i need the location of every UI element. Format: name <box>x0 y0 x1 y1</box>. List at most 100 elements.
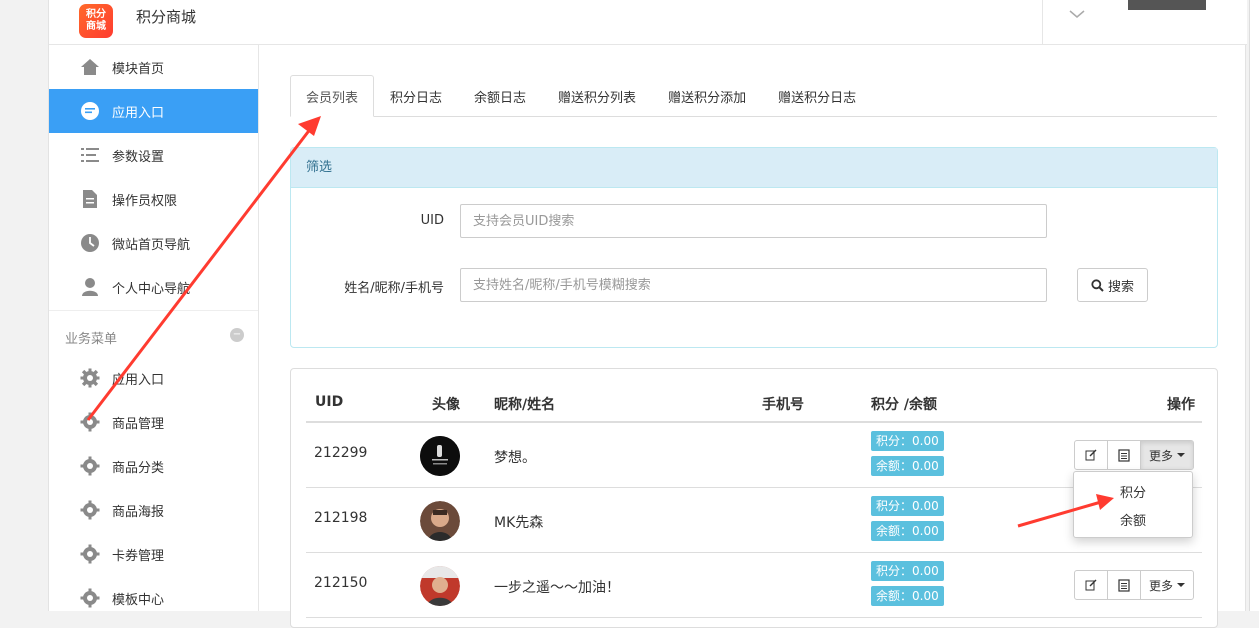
home-icon <box>79 56 101 78</box>
edit-icon <box>1085 579 1097 591</box>
uid-cell: 212299 <box>314 445 368 461</box>
more-dropdown-button[interactable]: 更多 <box>1141 571 1193 599</box>
sidebar-item-template-center[interactable]: 模板中心 <box>49 576 258 620</box>
tab-member-list[interactable]: 会员列表 <box>290 75 375 117</box>
sidebar-item-biz-app-entry[interactable]: 应用入口 <box>49 356 258 400</box>
list-icon <box>1118 578 1130 592</box>
collapse-toggle-icon[interactable]: − <box>230 328 244 342</box>
search-icon <box>1091 278 1104 292</box>
search-button-label: 搜索 <box>1107 279 1134 295</box>
sidebar-item-label: 模块首页 <box>112 61 165 77</box>
edit-button[interactable] <box>1075 441 1108 469</box>
app-title: 积分商城 <box>136 8 197 26</box>
sidebar-item-product-management[interactable]: 商品管理 <box>49 400 258 444</box>
dropdown-item-points[interactable]: 积分 <box>1074 480 1192 508</box>
header-divider <box>1042 0 1043 45</box>
tab-gift-points-add[interactable]: 赠送积分添加 <box>652 75 762 117</box>
sidebar-item-module-home[interactable]: 模块首页 <box>49 45 258 89</box>
gear-icon <box>79 499 101 521</box>
search-button[interactable]: 搜索 <box>1077 268 1148 302</box>
sidebar-item-app-entry[interactable]: 应用入口 <box>49 89 258 133</box>
uid-cell: 212150 <box>314 575 368 591</box>
window-toolbar <box>1128 0 1206 10</box>
top-header: 积分商城 积分商城 <box>49 0 1247 45</box>
gear-icon <box>79 455 101 477</box>
clock-icon <box>79 232 101 254</box>
gear-icon <box>79 543 101 565</box>
sidebar-item-label: 微站首页导航 <box>112 237 191 253</box>
name-cell: 梦想。 <box>494 450 536 466</box>
sidebar-section-label: 业务菜单 <box>65 332 118 347</box>
app-logo: 积分商城 <box>79 4 113 38</box>
more-dropdown-menu: 积分 余额 <box>1073 471 1193 538</box>
sidebar-item-label: 操作员权限 <box>112 193 178 209</box>
balance-badge: 余额：0.00 <box>871 521 944 541</box>
sidebar-item-label: 商品管理 <box>112 416 165 432</box>
dropdown-item-balance[interactable]: 余额 <box>1074 508 1192 536</box>
tab-balance-log[interactable]: 余额日志 <box>458 75 542 117</box>
column-header-points-balance: 积分 /余额 <box>871 397 937 413</box>
list-icon <box>1118 448 1130 462</box>
row-action-buttons: 更多 <box>1074 440 1194 470</box>
column-header-name: 昵称/姓名 <box>494 397 556 413</box>
points-badge: 积分：0.00 <box>871 561 944 581</box>
document-icon <box>79 188 101 210</box>
edit-icon <box>1085 449 1097 461</box>
sidebar-item-operator-permissions[interactable]: 操作员权限 <box>49 177 258 221</box>
table-row: 212299 梦想。 积分：0.00 余额：0.00 更多 <box>306 423 1202 488</box>
tab-gift-points-log[interactable]: 赠送积分日志 <box>762 75 872 117</box>
filter-panel-title: 筛选 <box>291 148 1217 188</box>
tab-gift-points-list[interactable]: 赠送积分列表 <box>542 75 652 117</box>
sidebar: 模块首页 应用入口 参数设置 操作员权限 微站首页导航 个人中心导航 业务菜单 … <box>49 45 259 611</box>
sidebar-item-label: 参数设置 <box>112 149 165 165</box>
column-header-uid: UID <box>315 394 344 410</box>
sidebar-item-settings[interactable]: 参数设置 <box>49 133 258 177</box>
name-phone-search-input[interactable] <box>460 268 1047 302</box>
sidebar-item-coupon-management[interactable]: 卡券管理 <box>49 532 258 576</box>
user-icon <box>79 276 101 298</box>
more-label: 更多 <box>1148 448 1173 463</box>
tab-points-log[interactable]: 积分日志 <box>374 75 458 117</box>
table-row: 212198 MK先森 积分：0.00 余额：0.00 <box>306 488 1202 553</box>
sidebar-item-label: 卡券管理 <box>112 548 165 564</box>
filter-panel: 筛选 UID 姓名/昵称/手机号 搜索 <box>290 147 1218 348</box>
sidebar-item-label: 应用入口 <box>112 105 165 121</box>
sidebar-item-label: 商品分类 <box>112 460 165 476</box>
logo-text: 积分商城 <box>86 9 106 32</box>
detail-button[interactable] <box>1108 441 1141 469</box>
chevron-down-icon[interactable] <box>1068 8 1086 24</box>
more-label: 更多 <box>1148 578 1173 593</box>
tab-bar: 会员列表 积分日志 余额日志 赠送积分列表 赠送积分添加 赠送积分日志 <box>290 75 1217 117</box>
list-icon <box>79 144 101 166</box>
sidebar-item-user-center-nav[interactable]: 个人中心导航 <box>49 265 258 309</box>
column-header-phone: 手机号 <box>762 397 804 413</box>
column-header-actions: 操作 <box>1167 397 1195 413</box>
name-cell: MK先森 <box>494 515 544 531</box>
caret-down-icon <box>1177 453 1185 457</box>
name-cell: 一步之遥～～加油！ <box>494 580 620 596</box>
avatar <box>420 436 460 476</box>
table-row: 212150 一步之遥～～加油！ 积分：0.00 余额：0.00 更多 <box>306 553 1202 618</box>
edit-button[interactable] <box>1075 571 1108 599</box>
column-header-avatar: 头像 <box>432 397 460 413</box>
uid-label: UID <box>420 213 444 228</box>
sidebar-item-microsite-nav[interactable]: 微站首页导航 <box>49 221 258 265</box>
sidebar-item-label: 个人中心导航 <box>112 281 191 297</box>
detail-button[interactable] <box>1108 571 1141 599</box>
uid-search-input[interactable] <box>460 204 1047 238</box>
points-badge: 积分：0.00 <box>871 431 944 451</box>
row-action-buttons: 更多 <box>1074 570 1194 600</box>
side-panel-edge <box>1249 0 1259 611</box>
balance-badge: 余额：0.00 <box>871 456 944 476</box>
avatar <box>420 566 460 606</box>
caret-down-icon <box>1177 583 1185 587</box>
sidebar-item-label: 应用入口 <box>112 372 165 388</box>
gear-icon <box>79 411 101 433</box>
avatar <box>420 501 460 541</box>
sidebar-item-product-category[interactable]: 商品分类 <box>49 444 258 488</box>
more-dropdown-button[interactable]: 更多 <box>1141 441 1193 469</box>
sidebar-item-product-poster[interactable]: 商品海报 <box>49 488 258 532</box>
sidebar-item-label: 商品海报 <box>112 504 165 520</box>
sidebar-item-label: 模板中心 <box>112 592 165 608</box>
name-phone-label: 姓名/昵称/手机号 <box>344 281 444 296</box>
